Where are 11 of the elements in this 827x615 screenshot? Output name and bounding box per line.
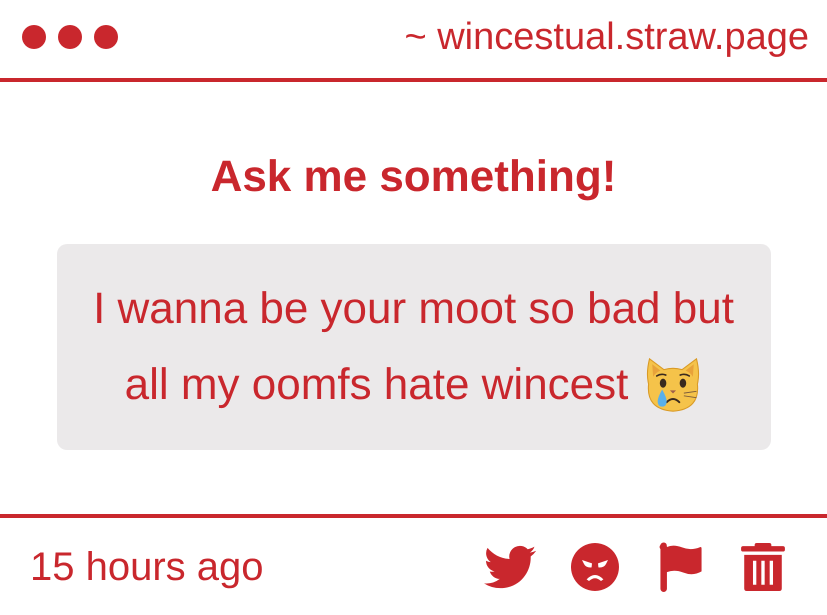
site-address: ~ wincestual.straw.page <box>404 15 809 59</box>
question-text: I wanna be your moot so bad but <box>93 283 734 335</box>
timestamp: 15 hours ago <box>30 544 264 590</box>
question-text: all my oomfs hate wincest <box>124 359 628 411</box>
page-title: Ask me something! <box>210 154 616 200</box>
dot-icon <box>94 25 118 49</box>
trash-icon[interactable] <box>741 542 785 590</box>
bird-icon[interactable] <box>484 544 536 588</box>
dot-icon <box>22 25 46 49</box>
dot-icon <box>58 25 82 49</box>
angry-face-icon[interactable] <box>571 542 619 590</box>
